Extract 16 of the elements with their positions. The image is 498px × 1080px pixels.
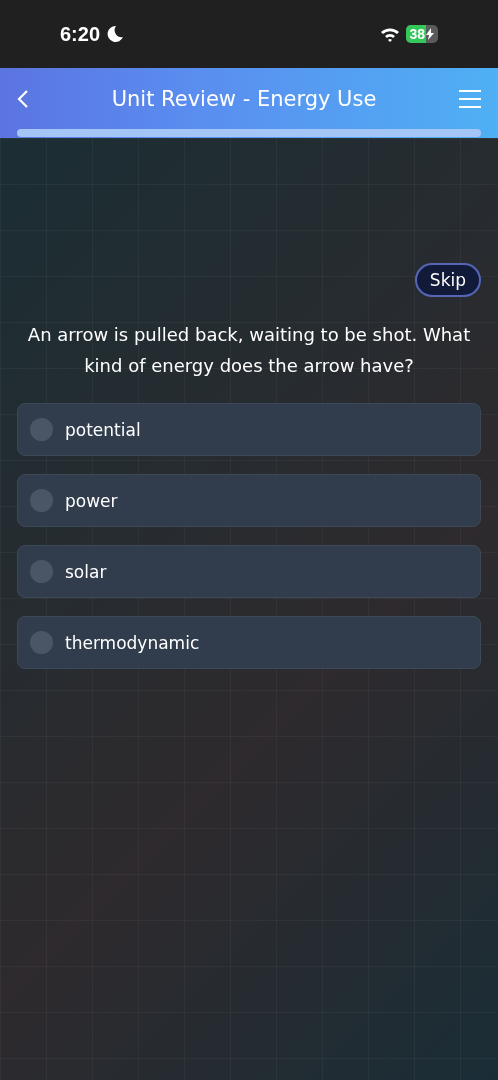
wifi-icon [380, 26, 401, 42]
back-icon[interactable] [17, 88, 29, 109]
skip-button[interactable]: Skip [414, 263, 481, 297]
radio-icon [30, 489, 53, 512]
menu-icon[interactable] [459, 89, 481, 108]
answer-option[interactable]: power [17, 474, 481, 527]
battery-indicator: 38 [406, 25, 438, 43]
header-title: Unit Review - Energy Use [111, 86, 377, 111]
radio-icon [30, 631, 53, 654]
question-text: An arrow is pulled back, waiting to be shot. What kind of energy does the arrow have? [26, 323, 472, 378]
answer-option[interactable]: solar [17, 545, 481, 598]
answer-option[interactable]: potential [17, 403, 481, 456]
radio-icon [30, 418, 53, 441]
radio-icon [30, 560, 53, 583]
answer-option[interactable]: thermodynamic [17, 616, 481, 669]
status-time: 6:20 [60, 22, 101, 46]
